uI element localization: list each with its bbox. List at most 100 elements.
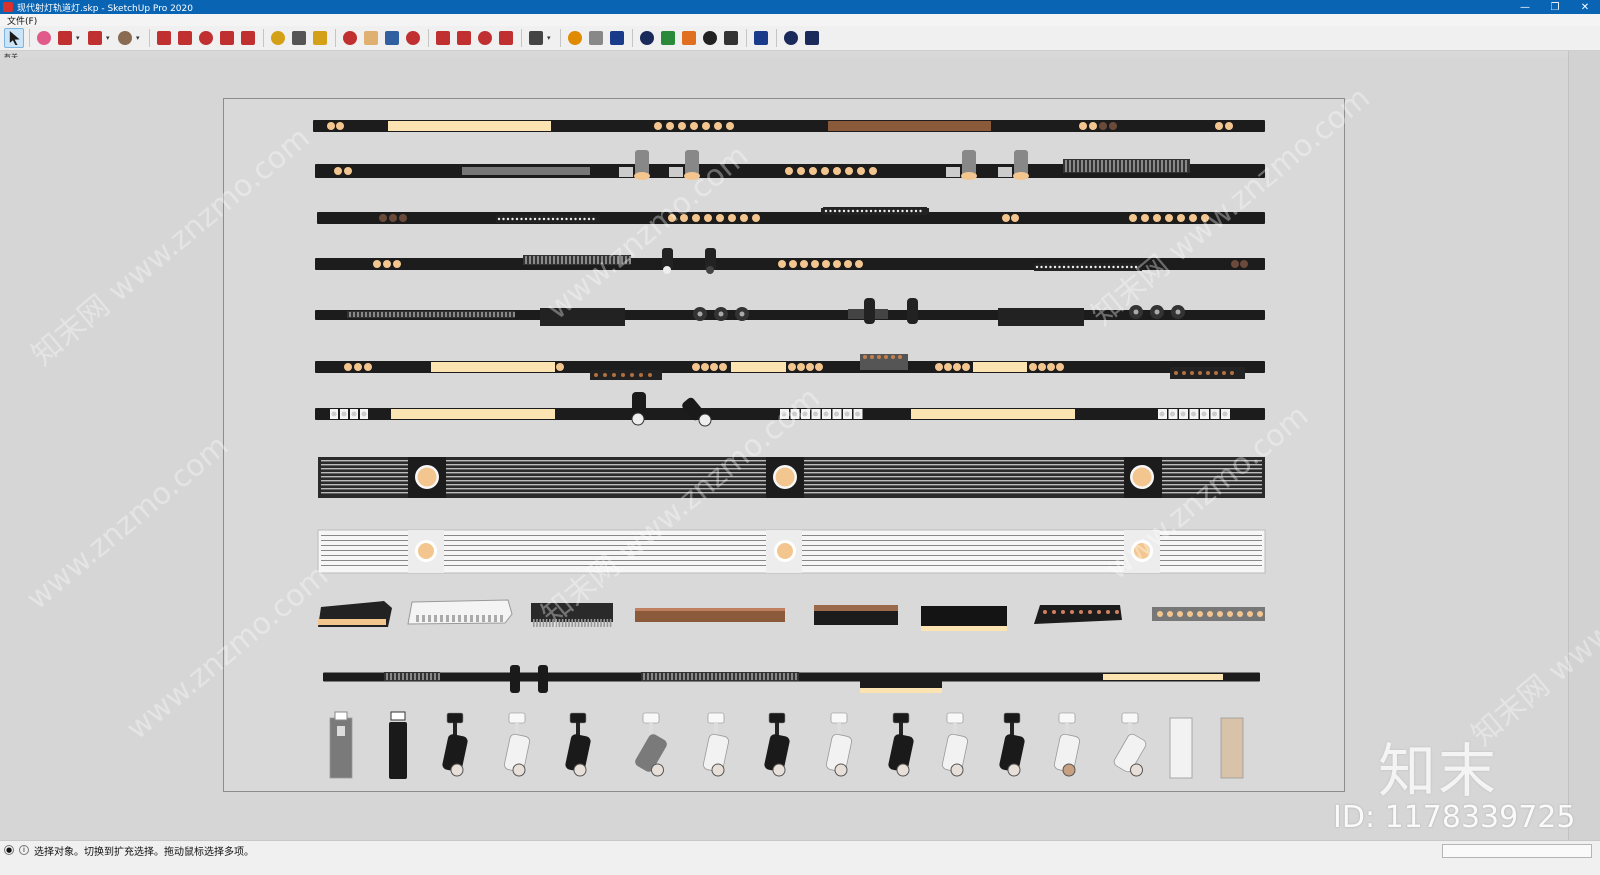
downlight-lens (417, 467, 437, 487)
mount-cap (334, 711, 348, 721)
micro-dot (497, 217, 501, 221)
micro-dot (847, 209, 850, 213)
grille-slat (1073, 160, 1075, 172)
ring-lens (1154, 309, 1160, 315)
led-dot (1047, 363, 1055, 371)
block-module (998, 308, 1084, 326)
box-edge (814, 605, 898, 611)
grille-slat (481, 312, 483, 317)
grille-slat (791, 673, 793, 680)
grille-slat (464, 615, 467, 622)
grille-slat (675, 673, 677, 680)
led-dot (778, 260, 786, 268)
grille-slat (365, 312, 367, 317)
led-dot (821, 167, 829, 175)
info-status-icon[interactable]: i (19, 845, 29, 855)
grille-slat (715, 673, 717, 680)
led-dot (809, 167, 817, 175)
spot-lens (512, 763, 526, 777)
mount-base (1058, 712, 1076, 724)
grille-slat (1089, 160, 1091, 172)
model-canvas[interactable] (0, 0, 1600, 875)
led-dot (344, 363, 352, 371)
led-dot (844, 260, 852, 268)
grille-slat (1121, 160, 1123, 172)
micro-dot (874, 209, 877, 213)
led-dot (704, 214, 712, 222)
spot-lens (663, 266, 671, 274)
micro-dot (824, 209, 828, 213)
led-dot (603, 373, 607, 377)
grille-slat (783, 673, 785, 680)
led-dot (863, 355, 867, 359)
grille-slat (1169, 160, 1171, 172)
led-dot (726, 122, 734, 130)
micro-dot (551, 217, 555, 221)
ring-lens (697, 311, 703, 317)
grille-slat (406, 673, 408, 680)
mount-stem (337, 726, 345, 736)
micro-dot (1076, 265, 1079, 269)
led-dot (1099, 122, 1107, 130)
comb-slat (533, 619, 535, 627)
led-dot (740, 214, 748, 222)
grille-slat (488, 615, 491, 622)
geo-location-icon[interactable]: ● (4, 845, 14, 855)
grille-slat (735, 673, 737, 680)
led-dot (1215, 122, 1223, 130)
comb-slat (542, 619, 545, 627)
led-dot (364, 363, 372, 371)
grille-slat (553, 256, 555, 264)
grille-slat (767, 673, 769, 680)
grille-slat (1145, 160, 1147, 172)
light-strip (388, 121, 551, 131)
led-dot (797, 363, 805, 371)
grille-slat (393, 312, 395, 317)
grille-slat (485, 312, 487, 317)
grille-slat (1153, 160, 1155, 172)
micro-dot (869, 209, 873, 213)
led-dot (373, 260, 381, 268)
measurements-box[interactable] (1442, 844, 1592, 858)
grille-slat (541, 256, 543, 264)
grille-slat (775, 673, 777, 680)
led-dot (1257, 611, 1263, 617)
micro-dot (851, 209, 855, 213)
grille-slat (422, 615, 425, 622)
spot-lens (950, 763, 964, 777)
grille-slat (643, 673, 645, 680)
grille-slat (739, 673, 741, 680)
grille-slat (445, 312, 447, 317)
mount-base (707, 712, 725, 724)
grille-slat (1065, 160, 1067, 172)
spot-lens (711, 763, 725, 777)
copper-strip (828, 121, 991, 131)
led-dot (1002, 214, 1010, 222)
micro-dot (587, 217, 591, 221)
mount-base (569, 712, 587, 724)
white-led (1170, 411, 1175, 417)
spot-lens (634, 172, 650, 180)
spot-lens (896, 763, 910, 777)
white-led (823, 411, 829, 417)
micro-dot (524, 217, 528, 221)
mount-base (508, 712, 526, 724)
grille-slat (747, 673, 749, 680)
grille-slat (500, 615, 503, 622)
block-light (860, 688, 942, 693)
micro-dot (910, 209, 913, 213)
white-led (1159, 411, 1165, 417)
grille-slat (349, 312, 351, 317)
module-light (318, 619, 386, 625)
led-dot (1214, 371, 1218, 375)
grille-slat (369, 312, 371, 317)
grille-slat (413, 312, 415, 317)
watermark-id: ID: 1178339725 (1333, 800, 1576, 835)
grille-slat (434, 615, 437, 622)
grille-slat (409, 312, 411, 317)
mount-arm (899, 722, 903, 736)
led-dot (336, 122, 344, 130)
white-led (1201, 411, 1207, 417)
led-dot (692, 363, 700, 371)
micro-dot (511, 217, 514, 221)
